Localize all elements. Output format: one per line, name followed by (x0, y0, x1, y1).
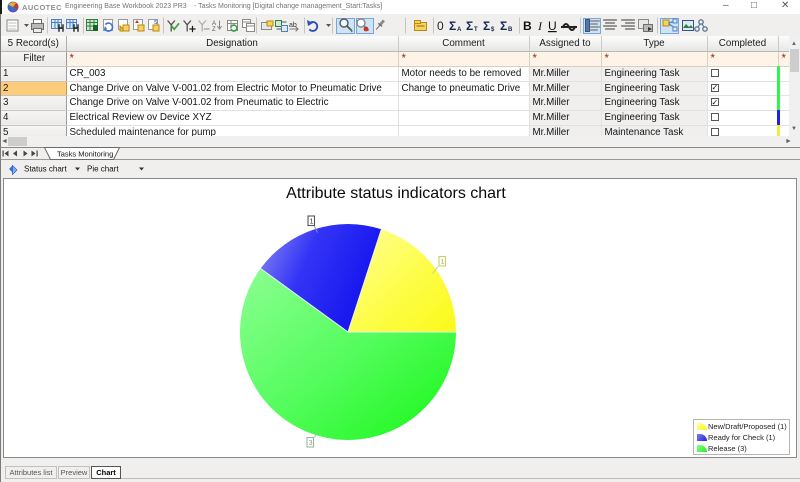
svg-text:T: T (474, 27, 478, 33)
svg-text:I: I (537, 19, 543, 33)
svg-text:Pie chart: Pie chart (87, 165, 119, 174)
svg-text:Σ: Σ (483, 19, 490, 33)
svg-text:B: B (523, 19, 532, 33)
svg-text:Tasks Monitoring: Tasks Monitoring (57, 150, 113, 159)
svg-text:ab: ab (289, 22, 297, 29)
svg-text:B: B (508, 27, 513, 33)
svg-text:1: 1 (441, 259, 445, 266)
svg-text:Σ: Σ (466, 19, 473, 33)
svg-text:s: s (154, 19, 158, 26)
svg-text:$: $ (491, 27, 495, 33)
svg-text:Σ: Σ (449, 19, 456, 33)
svg-text:A: A (457, 27, 462, 33)
svg-text:Status chart: Status chart (24, 165, 67, 174)
svg-text:Z: Z (212, 27, 216, 33)
svg-text:3: 3 (309, 440, 313, 447)
svg-text:U: U (548, 19, 557, 33)
svg-text:1: 1 (310, 219, 314, 226)
svg-text:0: 0 (437, 19, 444, 33)
svg-text:Σ: Σ (500, 19, 507, 33)
